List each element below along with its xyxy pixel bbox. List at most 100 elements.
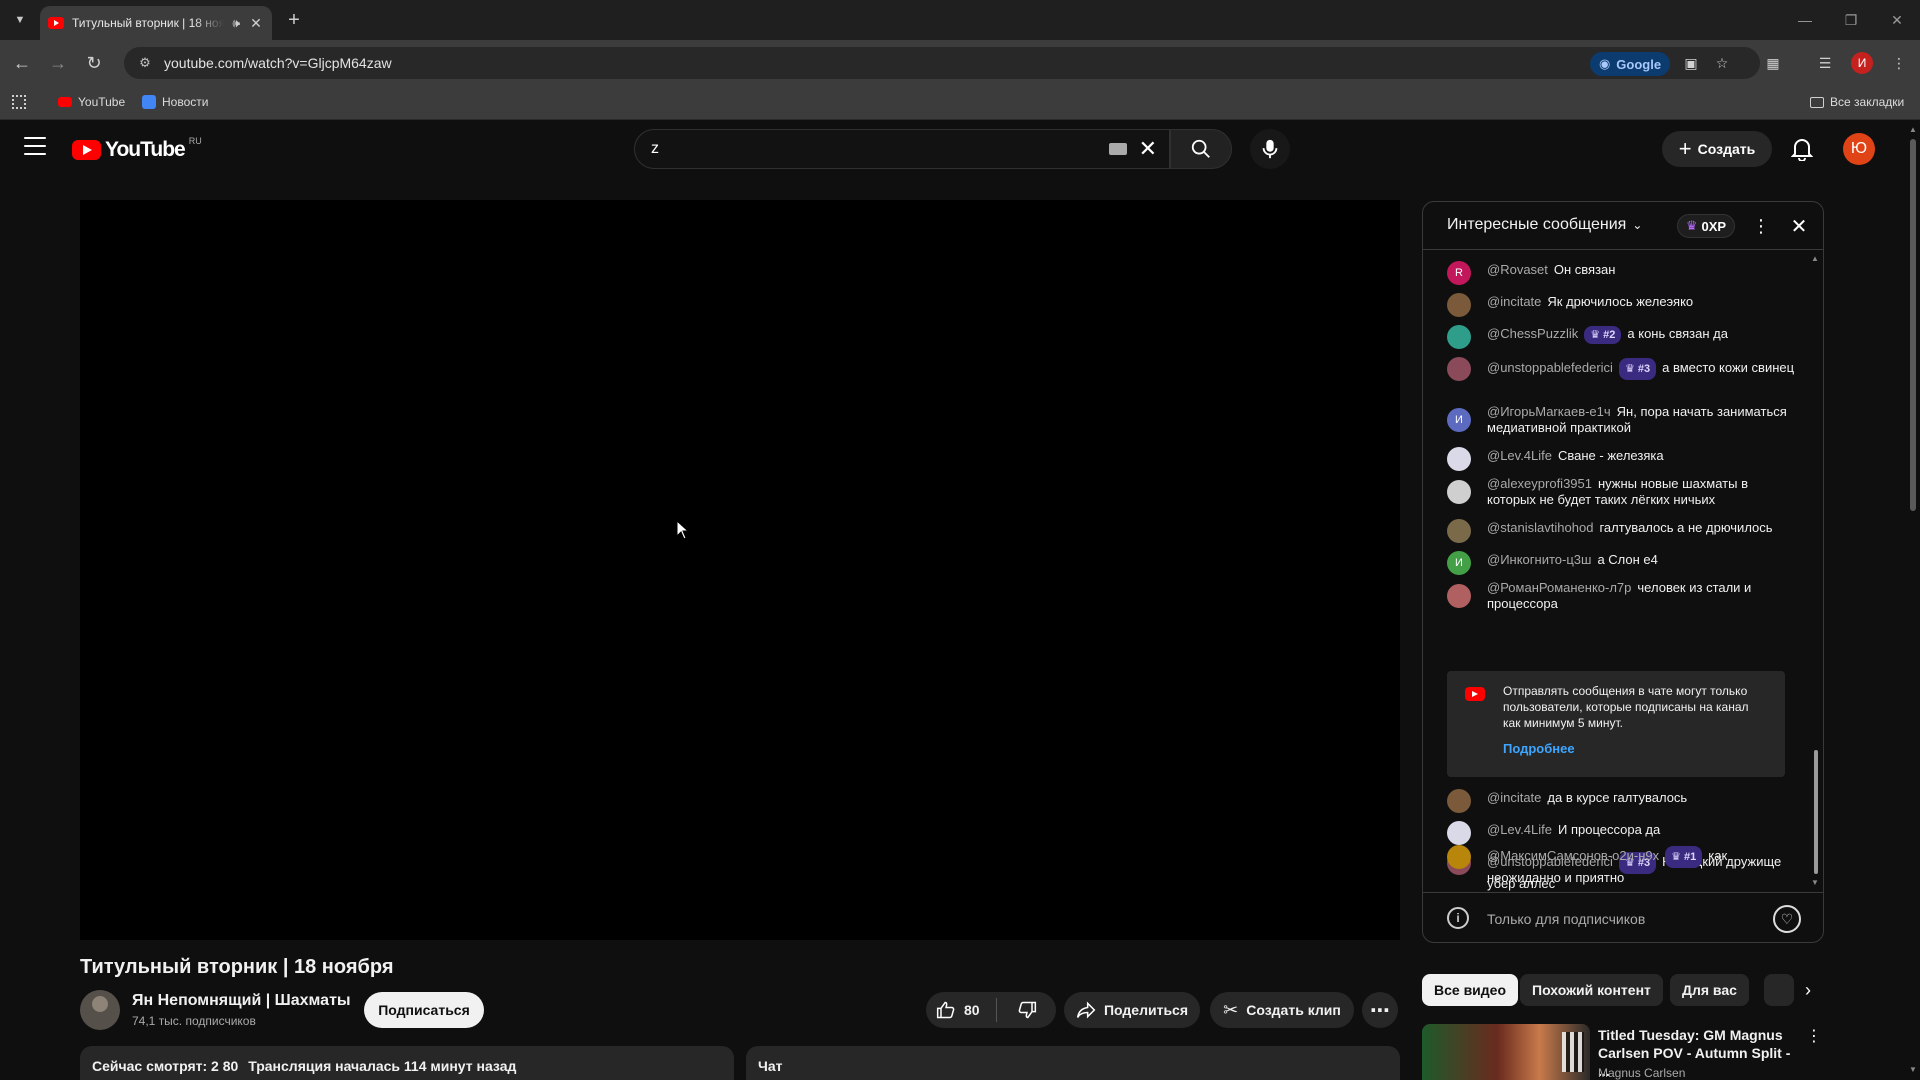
- author-avatar[interactable]: R: [1447, 261, 1471, 285]
- speaker-icon[interactable]: 🕪: [232, 16, 240, 31]
- dislike-button[interactable]: [1017, 1000, 1037, 1020]
- author-avatar[interactable]: [1447, 821, 1471, 845]
- account-avatar[interactable]: Ю: [1843, 133, 1875, 165]
- tab-close-icon[interactable]: ✕: [248, 15, 264, 32]
- share-button[interactable]: Поделиться: [1064, 992, 1200, 1028]
- apps-grid-icon[interactable]: [12, 95, 26, 109]
- description-box[interactable]: Сейчас смотрят: 2 80 Трансляция началась…: [80, 1046, 734, 1080]
- page-scroll-up-icon[interactable]: ▲: [1909, 125, 1917, 134]
- like-button[interactable]: 80: [936, 1000, 980, 1020]
- search-icon: [1191, 139, 1210, 158]
- tab-search-dropdown-icon[interactable]: ▼: [8, 8, 32, 32]
- author-name[interactable]: @ИгорьМаrкаев-е1ч: [1487, 404, 1611, 419]
- chat-menu-icon[interactable]: ⋮: [1749, 214, 1773, 238]
- chat-mode-dropdown[interactable]: Интересные сообщения ⌄: [1447, 216, 1642, 234]
- xp-badge[interactable]: ♛ 0XP: [1677, 214, 1735, 238]
- voice-search-button[interactable]: [1250, 129, 1290, 169]
- bookmark-news[interactable]: Новости: [142, 95, 208, 109]
- author-avatar[interactable]: [1447, 480, 1471, 504]
- author-avatar[interactable]: [1447, 845, 1471, 869]
- clip-label: Создать клип: [1246, 1002, 1341, 1018]
- media-controls-icon[interactable]: ☰: [1814, 52, 1836, 74]
- author-name[interactable]: @incitate: [1487, 294, 1541, 309]
- chat-scrollbar[interactable]: [1814, 750, 1818, 874]
- subscribe-button[interactable]: Подписаться: [364, 992, 484, 1028]
- browser-tab-active[interactable]: Титульный вторник | 18 ноября 🕪 ✕: [40, 6, 272, 40]
- forward-button[interactable]: →: [44, 49, 72, 77]
- search-input[interactable]: z ✕: [634, 129, 1170, 169]
- clear-search-icon[interactable]: ✕: [1139, 136, 1157, 162]
- author-avatar[interactable]: И: [1447, 408, 1471, 432]
- all-bookmarks-button[interactable]: Все закладки: [1810, 95, 1904, 109]
- channel-avatar[interactable]: [80, 990, 120, 1030]
- bookmark-youtube[interactable]: YouTube: [58, 95, 125, 109]
- author-name[interactable]: @РоманРоманенко-л7р: [1487, 580, 1631, 595]
- info-icon[interactable]: i: [1447, 907, 1469, 929]
- chat-message: @alexeyprofi3951 нужны новые шахматы в ко…: [1447, 476, 1797, 508]
- site-info-icon[interactable]: ⚙: [130, 55, 160, 71]
- heart-icon[interactable]: ♡: [1773, 905, 1801, 933]
- restore-button[interactable]: ❐: [1828, 0, 1874, 40]
- page-scroll-down-icon[interactable]: ▼: [1909, 1065, 1917, 1074]
- chip-for-you[interactable]: Для вас: [1670, 974, 1749, 1006]
- video-player[interactable]: [80, 200, 1400, 940]
- browser-toolbar: ← → ↻ ⚙ youtube.com/watch?v=GljcpM64zaw …: [0, 40, 1920, 86]
- chat-close-icon[interactable]: ✕: [1787, 214, 1811, 238]
- author-avatar[interactable]: [1447, 519, 1471, 543]
- channel-name[interactable]: Ян Непомнящий | Шахматы: [132, 992, 351, 1010]
- author-name[interactable]: @Инкогнито-ц3ш: [1487, 552, 1591, 567]
- window-close-button[interactable]: ✕: [1874, 0, 1920, 40]
- create-clip-button[interactable]: ✂ Создать клип: [1210, 992, 1354, 1028]
- author-name[interactable]: @incitate: [1487, 790, 1541, 805]
- author-avatar[interactable]: [1447, 789, 1471, 813]
- author-avatar[interactable]: [1447, 357, 1471, 381]
- reload-button[interactable]: ↻: [80, 49, 108, 77]
- browser-profile-avatar[interactable]: И: [1851, 52, 1873, 74]
- recommendation-chips: Все видео Похожий контент Для вас ›: [1422, 974, 1822, 1006]
- author-name[interactable]: @Lev.4Life: [1487, 822, 1552, 837]
- install-app-icon[interactable]: ▣: [1680, 52, 1702, 74]
- video-thumbnail[interactable]: [1422, 1024, 1590, 1080]
- author-name[interactable]: @unstoppablefederici: [1487, 360, 1613, 375]
- chevron-right-icon[interactable]: ›: [1796, 978, 1820, 1002]
- bookmark-star-icon[interactable]: ☆: [1711, 52, 1733, 74]
- author-name[interactable]: @Lev.4Life: [1487, 448, 1552, 463]
- author-avatar[interactable]: [1447, 325, 1471, 349]
- author-name[interactable]: @stanislavtihohod: [1487, 520, 1593, 535]
- back-button[interactable]: ←: [8, 49, 36, 77]
- extensions-icon[interactable]: ▦: [1762, 52, 1784, 74]
- keyboard-icon[interactable]: [1108, 143, 1127, 155]
- address-bar[interactable]: ⚙ youtube.com/watch?v=GljcpM64zaw: [124, 47, 1760, 79]
- learn-more-link[interactable]: Подробнее: [1503, 741, 1575, 756]
- chat-scroll-down-icon[interactable]: ▼: [1811, 878, 1819, 887]
- browser-menu-icon[interactable]: ⋮: [1888, 52, 1910, 74]
- chip-partial[interactable]: [1764, 974, 1794, 1006]
- video-menu-icon[interactable]: ⋮: [1806, 1026, 1822, 1046]
- new-tab-button[interactable]: +: [282, 8, 306, 32]
- minimize-button[interactable]: —: [1782, 0, 1828, 40]
- chip-related[interactable]: Похожий контент: [1520, 974, 1663, 1006]
- more-actions-button[interactable]: ⋯: [1362, 992, 1398, 1028]
- search-button[interactable]: [1170, 129, 1232, 169]
- youtube-logo[interactable]: YouTube RU: [72, 136, 202, 162]
- author-avatar[interactable]: [1447, 584, 1471, 608]
- recommended-channel[interactable]: Magnus Carlsen: [1598, 1066, 1685, 1080]
- author-avatar[interactable]: И: [1447, 551, 1471, 575]
- create-button[interactable]: + Создать: [1662, 131, 1772, 167]
- google-lens-badge[interactable]: ◉ Google: [1590, 52, 1670, 76]
- author-name[interactable]: @МаксимСамсонов-о2и-н9х: [1487, 848, 1659, 863]
- notifications-button[interactable]: [1788, 135, 1816, 163]
- author-name[interactable]: @ChessPuzzlik: [1487, 326, 1578, 341]
- page-scrollbar[interactable]: ▲ ▼: [1906, 121, 1920, 1080]
- author-name[interactable]: @Rovaset: [1487, 262, 1548, 277]
- author-avatar[interactable]: [1447, 293, 1471, 317]
- author-avatar[interactable]: [1447, 447, 1471, 471]
- chat-scroll-up-icon[interactable]: ▲: [1811, 254, 1819, 263]
- chip-all-videos[interactable]: Все видео: [1422, 974, 1519, 1006]
- thumbs-down-icon: [1018, 1001, 1036, 1019]
- guide-menu-icon[interactable]: [24, 137, 46, 155]
- chat-replay-panel[interactable]: Чат: [746, 1046, 1400, 1080]
- page-scroll-thumb[interactable]: [1910, 139, 1916, 511]
- recommended-video[interactable]: Titled Tuesday: GM Magnus Carlsen POV - …: [1422, 1024, 1822, 1080]
- author-name[interactable]: @alexeyprofi3951: [1487, 476, 1592, 491]
